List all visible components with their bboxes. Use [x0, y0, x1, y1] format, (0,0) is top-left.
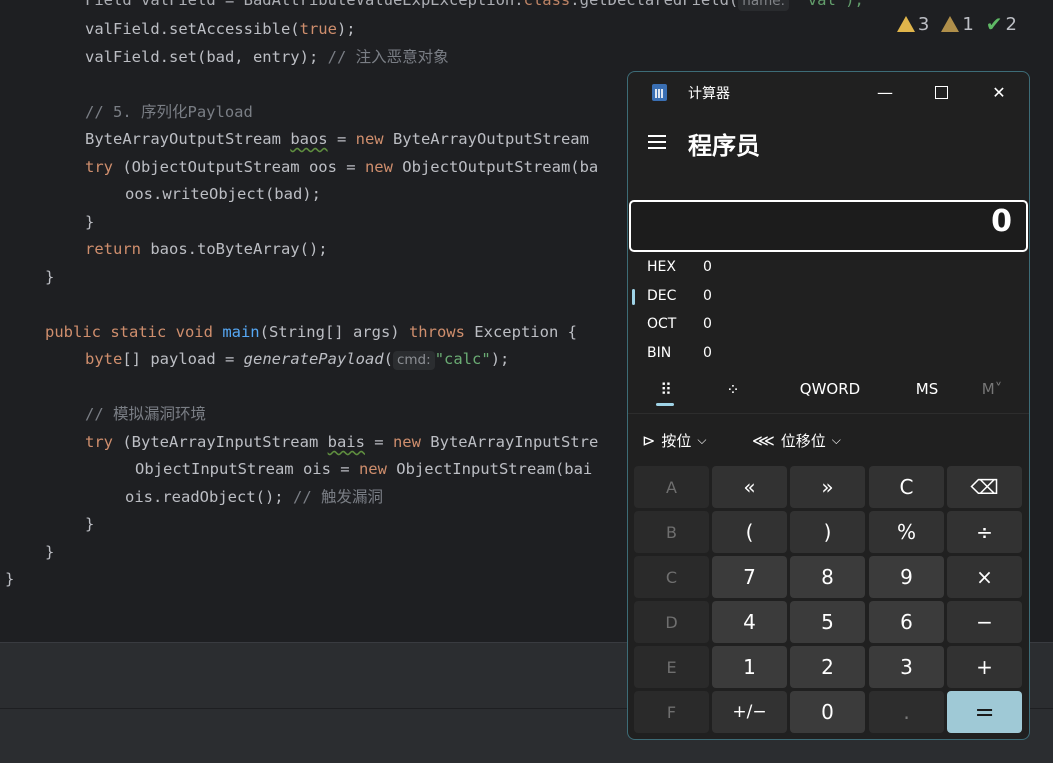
code-line: ois.readObject(); // 触发漏洞: [125, 488, 383, 506]
divider: [628, 413, 1029, 414]
code-line: valField.set(bad, entry); // 注入恶意对象: [85, 48, 449, 66]
memory-view-button[interactable]: M˅: [972, 374, 1012, 404]
result-display: 0: [629, 200, 1028, 252]
key-left-shift[interactable]: «: [712, 466, 787, 508]
code-line: }: [45, 268, 55, 286]
weak-warning-count[interactable]: 1: [941, 14, 974, 35]
code-line: oos.writeObject(bad);: [125, 185, 321, 203]
key-hex-e[interactable]: E: [634, 646, 709, 688]
key-plus[interactable]: +: [947, 646, 1022, 688]
key-clear[interactable]: C: [869, 466, 944, 508]
key-6[interactable]: 6: [869, 601, 944, 643]
inspection-widget[interactable]: 3 1 ✔ 2: [896, 12, 1017, 36]
check-icon: ✔: [985, 12, 1003, 36]
typo-count[interactable]: ✔ 2: [986, 12, 1017, 36]
full-keypad-tab[interactable]: ⠿: [650, 374, 680, 404]
key-percent[interactable]: %: [869, 511, 944, 553]
key-close-paren[interactable]: ): [790, 511, 865, 553]
memory-store-button[interactable]: MS: [904, 374, 950, 404]
calculator-app-icon: [652, 84, 667, 101]
radix-selected-indicator: [632, 289, 635, 305]
key-5[interactable]: 5: [790, 601, 865, 643]
key-8[interactable]: 8: [790, 556, 865, 598]
code-line: try (ObjectOutputStream oos = new Object…: [85, 158, 599, 176]
key-divide[interactable]: ÷: [947, 511, 1022, 553]
key-7[interactable]: 7: [712, 556, 787, 598]
window-title: 计算器: [688, 86, 730, 102]
word-size-button[interactable]: QWORD: [788, 374, 872, 404]
key-backspace[interactable]: ⌫: [947, 466, 1022, 508]
key-hex-f[interactable]: F: [634, 691, 709, 733]
weak-warning-icon: [941, 16, 960, 32]
tab-indicator: [656, 403, 674, 406]
code-line: }: [85, 213, 95, 231]
radix-oct[interactable]: OCT 0: [647, 310, 767, 338]
key-9[interactable]: 9: [869, 556, 944, 598]
key-equals[interactable]: =: [947, 691, 1022, 733]
code-line: // 5. 序列化Payload: [85, 103, 253, 121]
chevron-down-icon: ⌵: [697, 432, 707, 447]
radix-hex[interactable]: HEX 0: [647, 253, 767, 281]
bitshift-dropdown[interactable]: ⋘ 位移位 ⌵: [752, 428, 841, 452]
radix-bin[interactable]: BIN 0: [647, 339, 767, 367]
hamburger-menu-icon[interactable]: [648, 135, 666, 149]
code-line: }: [45, 543, 55, 561]
key-decimal[interactable]: .: [869, 691, 944, 733]
chevron-down-icon: ⌵: [831, 432, 841, 447]
key-open-paren[interactable]: (: [712, 511, 787, 553]
title-bar[interactable]: 计算器 — ✕: [628, 72, 1029, 112]
keypad-icon: ⠿: [660, 379, 672, 399]
mode-title: 程序员: [688, 132, 760, 160]
key-minus[interactable]: −: [947, 601, 1022, 643]
code-line: valField.setAccessible(true);: [85, 20, 356, 38]
minimize-icon: —: [877, 82, 893, 102]
close-button[interactable]: ✕: [976, 78, 1022, 106]
key-0[interactable]: 0: [790, 691, 865, 733]
minimize-button[interactable]: —: [862, 78, 908, 106]
warning-icon: [896, 16, 915, 32]
code-line: return baos.toByteArray();: [85, 240, 328, 258]
code-line: ByteArrayOutputStream baos = new ByteArr…: [85, 130, 589, 148]
maximize-button[interactable]: [918, 78, 964, 106]
key-4[interactable]: 4: [712, 601, 787, 643]
key-3[interactable]: 3: [869, 646, 944, 688]
bit-toggle-icon: ⁘: [726, 379, 740, 399]
key-2[interactable]: 2: [790, 646, 865, 688]
maximize-icon: [934, 85, 948, 99]
key-multiply[interactable]: ×: [947, 556, 1022, 598]
key-1[interactable]: 1: [712, 646, 787, 688]
key-hex-a[interactable]: A: [634, 466, 709, 508]
logic-gate-icon: ⊳: [642, 430, 656, 450]
calculator-window[interactable]: 计算器 — ✕ 程序员 0 HEX 0 DEC 0 OCT 0 BIN 0 ⠿ ⁘ QW…: [627, 71, 1030, 740]
code-line: ObjectInputStream ois = new ObjectInputS…: [135, 460, 593, 478]
key-hex-d[interactable]: D: [634, 601, 709, 643]
display-value: 0: [991, 204, 1012, 239]
key-hex-b[interactable]: B: [634, 511, 709, 553]
close-icon: ✕: [992, 82, 1006, 102]
warning-count[interactable]: 3: [896, 14, 929, 35]
code-line: }: [5, 570, 15, 588]
key-right-shift[interactable]: »: [790, 466, 865, 508]
shift-icon: ⋘: [752, 430, 775, 450]
code-line: byte[] payload = generatePayload(cmd: "ca…: [85, 350, 510, 370]
key-negate[interactable]: +/−: [712, 691, 787, 733]
param-hint: name:: [738, 0, 790, 11]
code-line: // 模拟漏洞环境: [85, 405, 206, 423]
code-line: Field valField = BadAttributeValueExpExc…: [85, 0, 864, 14]
code-line: public static void main(String[] args) t…: [45, 323, 577, 341]
code-line: try (ByteArrayInputStream bais = new Byt…: [85, 433, 599, 451]
bit-toggle-tab[interactable]: ⁘: [718, 374, 748, 404]
code-line: }: [85, 515, 95, 533]
bitwise-dropdown[interactable]: ⊳ 按位 ⌵: [642, 428, 707, 452]
key-hex-c[interactable]: C: [634, 556, 709, 598]
radix-dec[interactable]: DEC 0: [647, 282, 767, 310]
param-hint: cmd:: [392, 351, 435, 370]
